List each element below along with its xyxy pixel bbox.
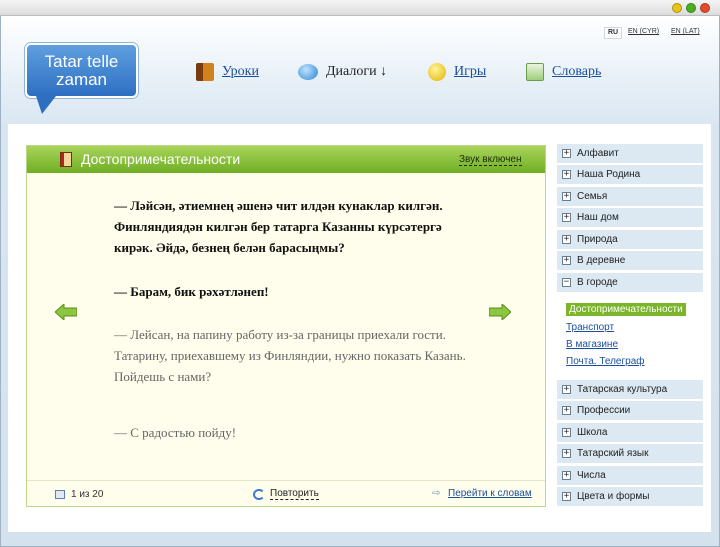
open-book-icon (55, 490, 65, 499)
nav-games[interactable]: Игры (428, 62, 486, 82)
subitem-shop[interactable]: В магазине (566, 339, 618, 350)
sidebar-item-village[interactable]: + В деревне (557, 251, 703, 271)
sidebar-item-homeland[interactable]: + Наша Родина (557, 165, 703, 185)
sidebar-item-nature[interactable]: + Природа (557, 230, 703, 250)
close-button[interactable] (700, 3, 710, 13)
nav-dialogs[interactable]: Диалоги ↓ (298, 62, 387, 82)
logo-line-2: zaman (55, 70, 108, 89)
subitem-sights[interactable]: Достопримечательности (566, 303, 686, 316)
sidebar-item-tatar-culture[interactable]: + Татарская культура (557, 380, 703, 400)
lang-en-cyr[interactable]: EN (CYR) (628, 28, 659, 35)
repeat-button[interactable]: Повторить (253, 488, 319, 500)
expand-icon: + (562, 212, 571, 222)
nav-games-label: Игры (454, 64, 487, 79)
sidebar-item-school[interactable]: + Школа (557, 423, 703, 443)
maximize-button[interactable] (686, 3, 696, 13)
repeat-label: Повторить (270, 488, 319, 500)
page-counter: 1 из 20 (55, 489, 103, 500)
sidebar-item-numbers[interactable]: + Числа (557, 466, 703, 486)
sidebar-item-colors-shapes[interactable]: + Цвета и формы (557, 487, 703, 507)
russian-phrase-1: — Лейсан, на папину работу из-за границы… (114, 327, 466, 384)
sidebar-item-professions[interactable]: + Профессии (557, 401, 703, 421)
lang-en-lat[interactable]: EN (LAT) (671, 28, 700, 35)
nav-lessons-label: Уроки (222, 64, 259, 79)
bookmark-book-icon (60, 152, 72, 167)
minimize-button[interactable] (672, 3, 682, 13)
city-subitems: Достопримечательности Транспорт В магази… (557, 294, 703, 380)
expand-icon: + (562, 448, 571, 458)
expand-icon: + (562, 384, 571, 394)
expand-icon: + (562, 491, 571, 501)
previous-arrow-icon[interactable] (55, 304, 77, 320)
tatar-phrase-2[interactable]: — Барам, бик рәхәтләнеп! (114, 281, 474, 302)
russian-phrase-2: — С радостью пойду! (114, 425, 237, 440)
dialog-card: Достопримечательности Звук включен — Ләй… (26, 145, 546, 507)
expand-icon: + (562, 470, 571, 480)
expand-icon: + (562, 191, 571, 201)
subitem-transport[interactable]: Транспорт (566, 322, 614, 333)
dictionary-icon (526, 63, 544, 81)
nav-dialogs-label: Диалоги ↓ (326, 64, 388, 79)
sidebar-item-city[interactable]: − В городе (557, 273, 703, 293)
logo-line-1: Tatar telle (44, 52, 119, 71)
nav-lessons[interactable]: Уроки (196, 62, 259, 82)
expand-icon: + (562, 427, 571, 437)
sidebar-item-tatar-language[interactable]: + Татарский язык (557, 444, 703, 464)
refresh-icon (253, 488, 265, 500)
expand-icon: + (562, 255, 571, 265)
expand-icon: + (562, 148, 571, 158)
logo[interactable]: Tatar telle zaman (25, 43, 138, 98)
sound-toggle[interactable]: Звук включен (459, 154, 522, 166)
smiley-icon (428, 63, 446, 81)
goto-words-link[interactable]: ⇨ Перейти к словам (432, 488, 532, 499)
expand-icon: + (562, 234, 571, 244)
collapse-icon: − (562, 277, 571, 287)
next-arrow-icon[interactable] (489, 304, 511, 320)
card-footer: 1 из 20 Повторить ⇨ Перейти к словам (27, 480, 545, 506)
nav-dictionary[interactable]: Словарь (526, 62, 601, 82)
tatar-phrase-1[interactable]: — Ләйсән, әтиемнең әшенә чит илдән кунак… (114, 195, 474, 258)
nav-dictionary-label: Словарь (552, 64, 602, 79)
expand-icon: + (562, 169, 571, 179)
goto-words-label: Перейти к словам (448, 488, 532, 499)
speech-bubble-icon (298, 64, 318, 80)
book-icon (196, 63, 214, 81)
card-title: Достопримечательности (81, 151, 241, 167)
sidebar-item-house[interactable]: + Наш дом (557, 208, 703, 228)
lang-ru[interactable]: RU (604, 27, 622, 39)
sidebar-item-family[interactable]: + Семья (557, 187, 703, 207)
forward-arrow-icon: ⇨ (432, 488, 441, 499)
sidebar-item-alphabet[interactable]: + Алфавит (557, 144, 703, 164)
window-titlebar (0, 0, 720, 16)
card-header: Достопримечательности Звук включен (27, 146, 545, 173)
logo-speech-tail (36, 96, 56, 114)
expand-icon: + (562, 405, 571, 415)
page-counter-label: 1 из 20 (71, 489, 104, 500)
subitem-post[interactable]: Почта. Телеграф (566, 356, 645, 367)
